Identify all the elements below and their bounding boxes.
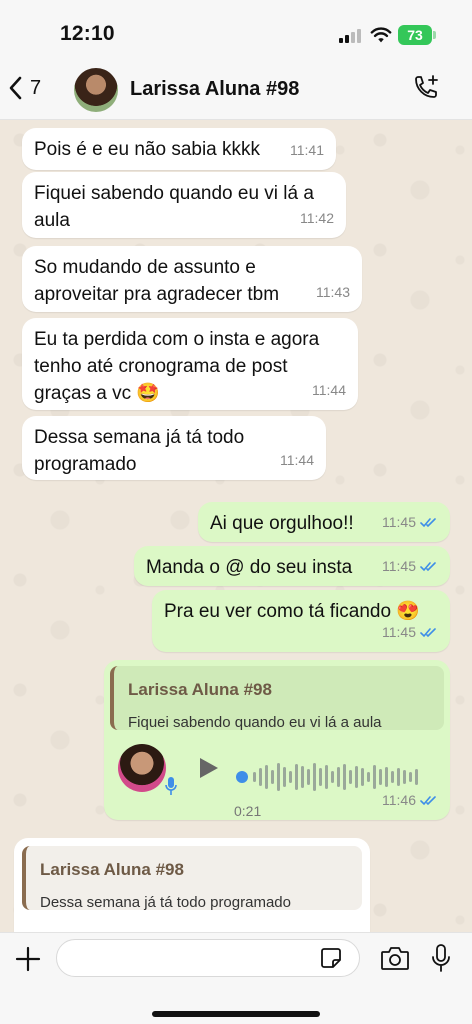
battery-level: 73 xyxy=(398,25,432,45)
double-check-icon xyxy=(420,518,436,528)
chevron-left-icon xyxy=(9,76,22,100)
message-status: 11:46 xyxy=(382,787,438,814)
message-time: 11:44 xyxy=(280,452,314,468)
audio-duration: 0:21 xyxy=(234,803,262,819)
battery-tip xyxy=(433,31,436,39)
message-incoming[interactable]: Dessa semana já tá todo programado 11:44 xyxy=(22,416,326,480)
message-time: 11:41 xyxy=(290,142,324,158)
chat-header: 7 Larissa Aluna #98 xyxy=(0,62,472,120)
double-check-icon xyxy=(420,628,436,638)
message-text: Fiquei sabendo quando eu vi lá a aula xyxy=(34,183,314,231)
mic-icon xyxy=(165,777,177,795)
message-status: 11:45 xyxy=(382,619,438,646)
message-incoming[interactable]: Larissa Aluna #98 Dessa semana já tá tod… xyxy=(14,838,370,932)
message-time: 11:42 xyxy=(300,210,334,226)
camera-icon[interactable] xyxy=(380,945,410,971)
add-call-icon[interactable] xyxy=(411,74,441,104)
message-status: 11:45 xyxy=(382,509,438,536)
message-outgoing[interactable]: Ai que orgulhoo!! 11:45 xyxy=(198,502,450,542)
message-text: So mudando de assunto e aproveitar pra a… xyxy=(34,257,280,305)
message-time: 11:45 xyxy=(382,514,416,530)
unread-count: 7 xyxy=(30,76,42,99)
message-time: 11:45 xyxy=(382,558,416,574)
message-input-bar xyxy=(0,932,472,1024)
message-incoming[interactable]: So mudando de assunto e aproveitar pra a… xyxy=(22,246,362,312)
voice-message-outgoing[interactable]: Larissa Aluna #98 Fiquei sabendo quando … xyxy=(104,660,450,820)
message-status: 11:45 xyxy=(382,553,438,580)
message-text: Ai que orgulhoo!! xyxy=(210,513,354,534)
signal-icon xyxy=(339,29,363,43)
message-outgoing[interactable]: Manda o @ do seu insta 11:45 xyxy=(134,546,450,586)
reply-quote[interactable]: Larissa Aluna #98 Dessa semana já tá tod… xyxy=(22,846,362,911)
reply-quote[interactable]: Larissa Aluna #98 Fiquei sabendo quando … xyxy=(110,666,444,731)
message-text: Manda o @ do seu insta xyxy=(146,557,353,578)
message-text: Eu ta perdida com o insta e agora tenho … xyxy=(34,329,320,404)
message-time: 11:44 xyxy=(312,382,346,398)
microphone-icon[interactable] xyxy=(430,943,452,973)
quote-text: Dessa semana já tá todo programado xyxy=(40,894,291,911)
contact-avatar[interactable] xyxy=(74,68,118,112)
contact-name[interactable]: Larissa Aluna #98 xyxy=(130,78,299,101)
home-indicator xyxy=(152,1011,320,1017)
message-incoming[interactable]: Pois é e eu não sabia kkkk 11:41 xyxy=(22,128,336,170)
double-check-icon xyxy=(420,796,436,806)
message-time: 11:46 xyxy=(382,792,416,808)
status-bar: 12:10 73 xyxy=(0,0,472,62)
message-text: Pois é e eu não sabia kkkk xyxy=(34,139,261,160)
play-icon[interactable] xyxy=(200,758,218,778)
message-time: 11:45 xyxy=(382,624,416,640)
sticker-icon[interactable] xyxy=(320,947,342,969)
message-incoming[interactable]: Fiquei sabendo quando eu vi lá a aula 11… xyxy=(22,172,346,238)
quote-author: Larissa Aluna #98 xyxy=(128,680,272,699)
message-incoming[interactable]: Eu ta perdida com o insta e agora tenho … xyxy=(22,318,358,410)
plus-icon[interactable] xyxy=(14,945,42,973)
wifi-icon xyxy=(370,27,392,43)
quote-author: Larissa Aluna #98 xyxy=(40,860,184,879)
message-outgoing[interactable]: Pra eu ver como tá ficando 😍 11:45 xyxy=(152,590,450,652)
status-time: 12:10 xyxy=(60,22,115,45)
double-check-icon xyxy=(420,562,436,572)
sender-avatar xyxy=(118,744,166,792)
back-button[interactable]: 7 xyxy=(8,76,41,100)
chat-area[interactable]: Pois é e eu não sabia kkkk 11:41 Fiquei … xyxy=(0,120,472,932)
message-text: Dessa semana já tá todo programado xyxy=(34,427,245,475)
message-input[interactable] xyxy=(56,939,360,977)
quote-text: Fiquei sabendo quando eu vi lá a aula xyxy=(128,714,382,731)
message-time: 11:43 xyxy=(316,284,350,300)
